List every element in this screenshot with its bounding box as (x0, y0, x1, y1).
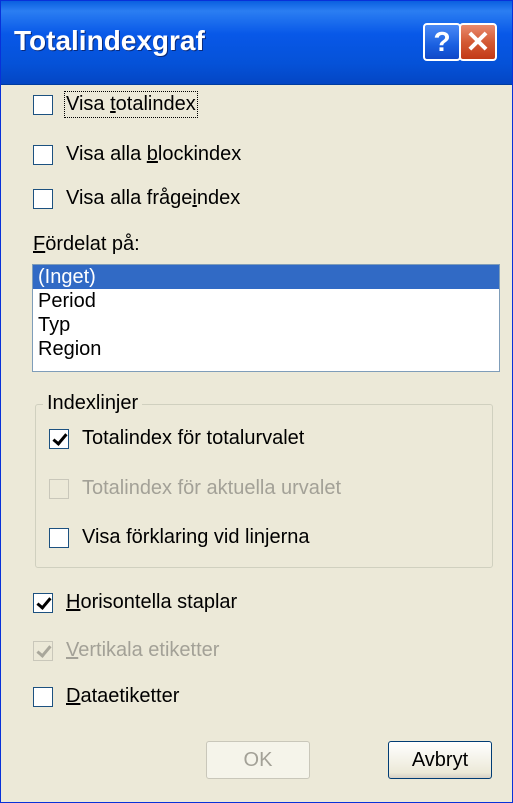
list-item[interactable]: Period (33, 289, 499, 313)
option-visa-forklaring[interactable]: Visa förklaring vid linjerna (49, 526, 310, 549)
index-lines-legend: Indexlinjer (43, 392, 143, 415)
checkbox-visa-alla-blockindex[interactable] (33, 144, 53, 165)
option-dataetiketter[interactable]: Dataetiketter (33, 685, 179, 708)
option-vertikala-etiketter: Vertikala etiketter (33, 639, 219, 662)
cancel-button[interactable]: Avbryt (388, 741, 492, 779)
distribution-label: Fördelat på: (33, 233, 140, 255)
help-icon: ? (433, 26, 451, 57)
checkbox-dataetiketter[interactable] (33, 686, 53, 707)
option-totalindex-totalurval[interactable]: Totalindex för totalurvalet (49, 427, 304, 450)
label-totalindex-aktuella: Totalindex för aktuella urvalet (82, 477, 342, 499)
checkbox-visa-totalindex[interactable] (33, 94, 53, 115)
option-visa-totalindex[interactable]: Visa totalindex (33, 91, 198, 118)
label-vertikala-etiketter: Vertikala etiketter (66, 639, 220, 661)
label-horisontella-staplar: Horisontella staplar (66, 591, 238, 613)
checkbox-totalindex-totalurval[interactable] (49, 428, 69, 449)
label-visa-alla-blockindex: Visa alla blockindex (66, 143, 242, 165)
label-totalindex-totalurval: Totalindex för totalurvalet (82, 427, 305, 449)
help-button[interactable]: ? (423, 23, 461, 61)
option-visa-alla-blockindex[interactable]: Visa alla blockindex (33, 143, 241, 166)
checkbox-visa-alla-frageindex[interactable] (33, 188, 53, 209)
label-visa-forklaring: Visa förklaring vid linjerna (82, 526, 310, 548)
label-dataetiketter: Dataetiketter (66, 685, 180, 707)
ok-button: OK (206, 741, 310, 779)
option-visa-alla-frageindex[interactable]: Visa alla frågeindex (33, 187, 240, 210)
distribution-listbox[interactable]: (Inget) Period Typ Region (32, 264, 500, 372)
option-horisontella-staplar[interactable]: Horisontella staplar (33, 591, 237, 614)
list-item[interactable]: (Inget) (33, 265, 499, 289)
close-button[interactable]: ✕ (459, 23, 497, 61)
title-bar[interactable]: Totalindexgraf ? ✕ (1, 1, 512, 85)
dialog-title: Totalindexgraf (14, 25, 205, 56)
checkbox-horisontella-staplar[interactable] (33, 592, 53, 613)
label-visa-alla-frageindex: Visa alla frågeindex (66, 187, 241, 209)
option-totalindex-aktuella: Totalindex för aktuella urvalet (49, 477, 341, 500)
checkbox-visa-forklaring[interactable] (49, 527, 69, 548)
label-visa-totalindex: Visa totalindex (64, 91, 198, 118)
close-icon: ✕ (465, 25, 491, 59)
list-item[interactable]: Typ (33, 313, 499, 337)
checkbox-totalindex-aktuella (49, 478, 69, 499)
list-item[interactable]: Region (33, 337, 499, 361)
dialog-window: Totalindexgraf ? ✕ Visa totalindex Visa … (0, 0, 513, 803)
checkbox-vertikala-etiketter (33, 640, 53, 661)
